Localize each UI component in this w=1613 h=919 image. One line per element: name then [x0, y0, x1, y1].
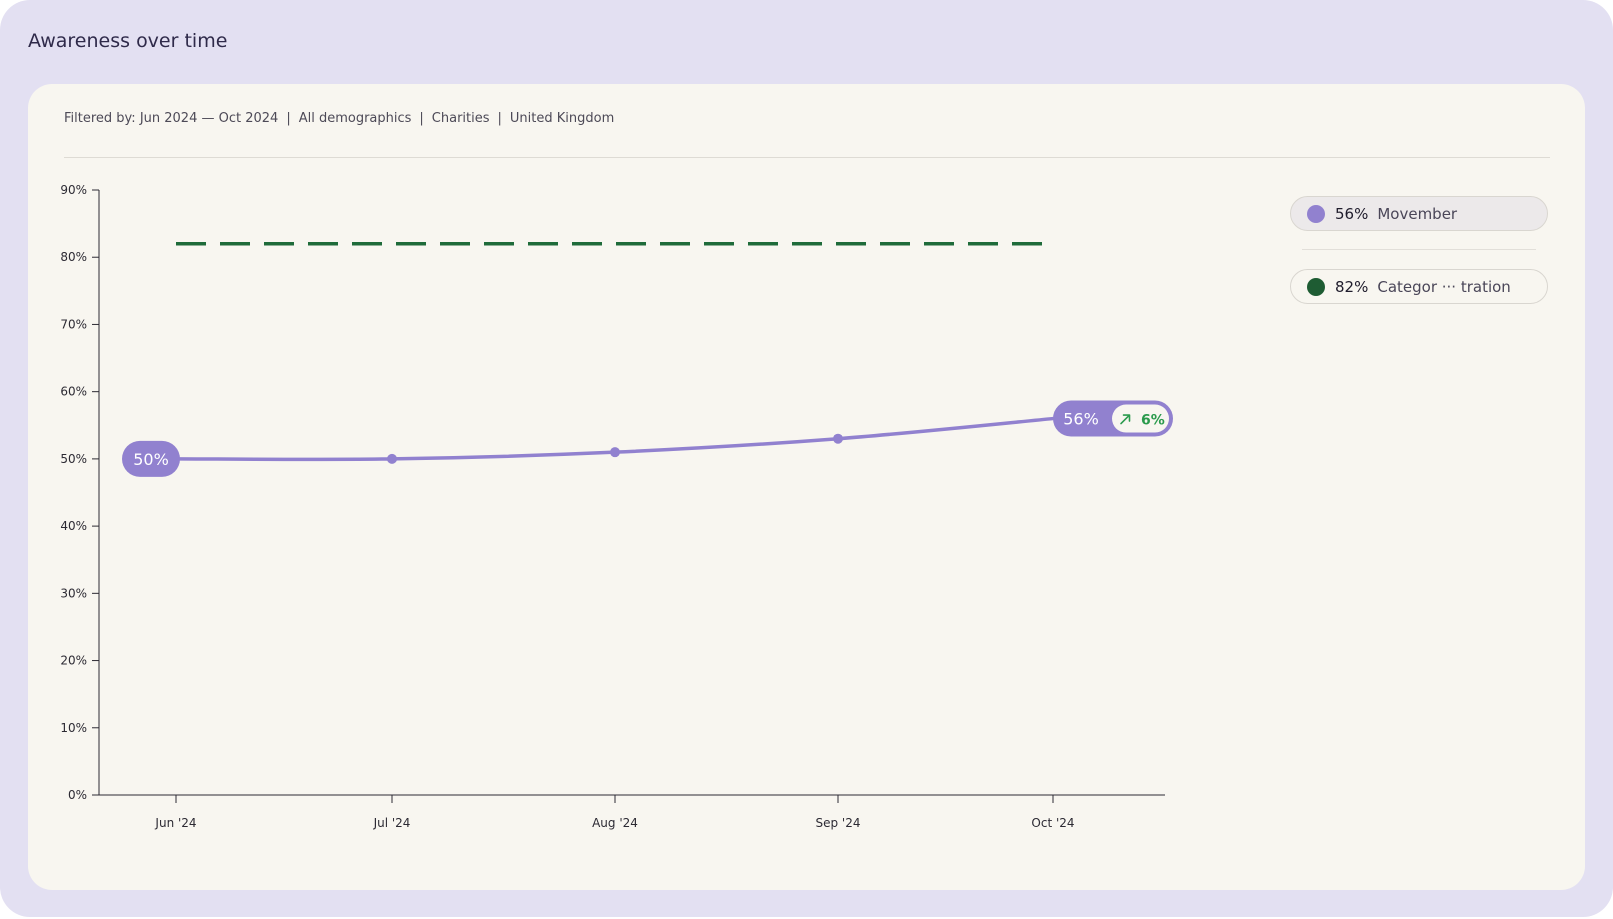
start-value-callout: 50% [122, 440, 180, 477]
legend-divider [1302, 249, 1536, 250]
x-tick-label: Aug '24 [592, 816, 638, 830]
y-tick-label: 10% [60, 721, 87, 735]
legend-value-movember: 56% [1335, 204, 1369, 223]
legend-item-category[interactable]: 82% Categor ··· tration [1290, 269, 1548, 304]
series-movember-point [387, 453, 397, 464]
chart-legend: 56% Movember 82% Categor ··· tration [1290, 196, 1548, 304]
callouts: 50% 56% 6% [122, 400, 1173, 477]
series-movember-point [610, 447, 620, 458]
y-tick-label: 80% [60, 250, 87, 264]
y-tick-label: 90% [60, 183, 87, 197]
y-tick-label: 40% [60, 519, 87, 533]
widget-container: Awareness over time Filtered by: Jun 202… [0, 0, 1613, 917]
y-tick-label: 30% [60, 586, 87, 600]
widget-title: Awareness over time [28, 30, 228, 52]
y-tick-label: 20% [60, 654, 87, 668]
x-tick-label: Jul '24 [373, 816, 411, 830]
chart-card: Filtered by: Jun 2024 — Oct 2024 | All dem… [28, 84, 1585, 890]
y-tick-label: 0% [68, 788, 87, 802]
legend-item-movember[interactable]: 56% Movember [1290, 196, 1548, 231]
y-tick-label: 70% [60, 317, 87, 331]
legend-dot-movember [1307, 204, 1325, 223]
legend-label-movember: Movember [1377, 204, 1458, 223]
end-value-callout: 56% 6% [1053, 400, 1173, 437]
series-movember-point [833, 433, 843, 444]
legend-dot-category [1307, 277, 1325, 296]
y-tick-label: 50% [60, 452, 87, 466]
y-tick-label: 60% [60, 385, 87, 399]
axes: 0% 10% 20% 30% 40% 50% 60% 70% 80% 90% Jun '24 Jul … [60, 183, 1165, 830]
end-value-label: 56% [1063, 410, 1099, 429]
change-value: 6% [1141, 413, 1165, 429]
legend-label-category: Categor ··· tration [1377, 277, 1511, 296]
series-layer [174, 242, 1055, 464]
x-tick-label: Oct '24 [1031, 816, 1074, 830]
start-value-label: 50% [133, 450, 169, 469]
x-tick-label: Jun '24 [154, 816, 196, 830]
legend-value-category: 82% [1335, 277, 1369, 296]
x-tick-label: Sep '24 [816, 816, 861, 830]
